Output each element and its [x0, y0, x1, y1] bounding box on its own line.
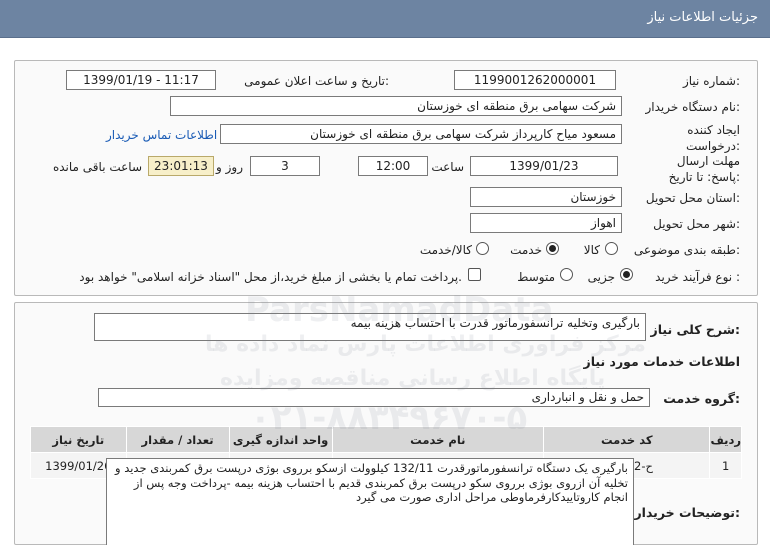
- page-title: جزئیات اطلاعات نیاز: [647, 10, 758, 25]
- announce-label: تاریخ و ساعت اعلان عمومی:: [244, 74, 389, 88]
- col-unit: واحد اندازه گیری: [228, 426, 333, 453]
- deadline-date-field: 1399/01/23: [470, 156, 618, 176]
- days-remaining-field: 3: [250, 156, 320, 176]
- province-label: استان محل تحویل:: [645, 191, 740, 205]
- category-option-service: خدمت: [510, 243, 542, 257]
- buyer-contact-link[interactable]: اطلاعات تماس خریدار: [106, 128, 217, 142]
- creator-label: ایجاد کننده درخواست:: [640, 122, 740, 154]
- creator-label-text: ایجاد کننده درخواست:: [686, 123, 740, 153]
- category-radio-goods[interactable]: [605, 242, 618, 255]
- service-group-field: حمل و نقل و انبارداری: [98, 388, 650, 407]
- city-label: شهر محل تحویل:: [653, 217, 740, 231]
- col-service-code: کد خدمت: [543, 426, 711, 453]
- category-option-goods: کالا: [583, 243, 600, 257]
- service-group-label: گروه خدمت:: [663, 391, 740, 406]
- need-number-field: 1199001262000001: [454, 70, 616, 90]
- buyer-notes-field: بارگیری یک دستگاه ترانسفورماتورقدرت 132/…: [106, 458, 634, 545]
- category-radio-service[interactable]: [546, 242, 559, 255]
- process-label: نوع فرآیند خرید :: [655, 270, 740, 284]
- buyer-label: نام دستگاه خریدار:: [645, 100, 741, 114]
- deadline-label: مهلت ارسال پاسخ: تا تاریخ:: [650, 153, 740, 185]
- announce-field: 1399/01/19 - 11:17: [66, 70, 216, 90]
- process-radio-minor[interactable]: [620, 268, 633, 281]
- deadline-label-text: مهلت ارسال پاسخ: تا تاریخ:: [668, 154, 740, 184]
- general-desc-field: بارگیری وتخلیه ترانسفورماتور قدرت با احت…: [94, 313, 646, 341]
- category-option-goods-service: کالا/خدمت: [419, 243, 472, 257]
- category-label: طبقه بندی موضوعی:: [633, 243, 740, 257]
- buyer-field: شرکت سهامی برق منطقه ای خوزستان: [170, 96, 622, 116]
- city-field: اهواز: [470, 213, 622, 233]
- col-service-name: نام خدمت: [331, 426, 545, 453]
- treasury-payment-checkbox[interactable]: [468, 268, 481, 281]
- process-option-minor: جزیی: [587, 270, 615, 284]
- buyer-notes-line-3: انجام کاروتاییدکارفرماوطی مراحل اداری صو…: [355, 490, 628, 504]
- deadline-time-field: 12:00: [358, 156, 428, 176]
- col-date: تاریخ نیاز: [30, 426, 127, 453]
- remaining-time-field: 23:01:13: [148, 156, 214, 176]
- col-row: ردیف: [709, 426, 742, 453]
- col-quantity: تعداد / مقدار: [125, 426, 230, 453]
- buyer-notes-line-2: تخلیه آن ازروی بوژی برروی سکو درپست برق …: [133, 475, 628, 490]
- buyer-notes-label: توضیحات خریدار:: [634, 505, 740, 520]
- services-heading: اطلاعات خدمات مورد نیاز: [583, 354, 741, 369]
- buyer-notes-line-1: بارگیری یک دستگاه ترانسفورماتورقدرت 132/…: [114, 461, 628, 475]
- days-label: روز و: [216, 160, 243, 174]
- category-radio-goods-service[interactable]: [476, 242, 489, 255]
- cell-row: 1: [709, 452, 742, 479]
- need-number-label: شماره نیاز:: [682, 74, 740, 88]
- deadline-time-label: ساعت: [431, 160, 464, 174]
- process-option-medium: متوسط: [517, 270, 555, 284]
- province-field: خوزستان: [470, 187, 622, 207]
- treasury-payment-note: پرداخت تمام یا بخشی از مبلغ خرید،از محل …: [79, 270, 462, 284]
- page-header: جزئیات اطلاعات نیاز: [0, 0, 770, 38]
- process-radio-medium[interactable]: [560, 268, 573, 281]
- general-desc-label: شرح کلی نیاز:: [650, 322, 741, 337]
- table-header-row: تاریخ نیاز تعداد / مقدار واحد اندازه گیر…: [30, 426, 742, 453]
- remaining-label: ساعت باقی مانده: [52, 160, 142, 174]
- creator-field: مسعود میاح کارپرداز شرکت سهامی برق منطقه…: [220, 124, 622, 144]
